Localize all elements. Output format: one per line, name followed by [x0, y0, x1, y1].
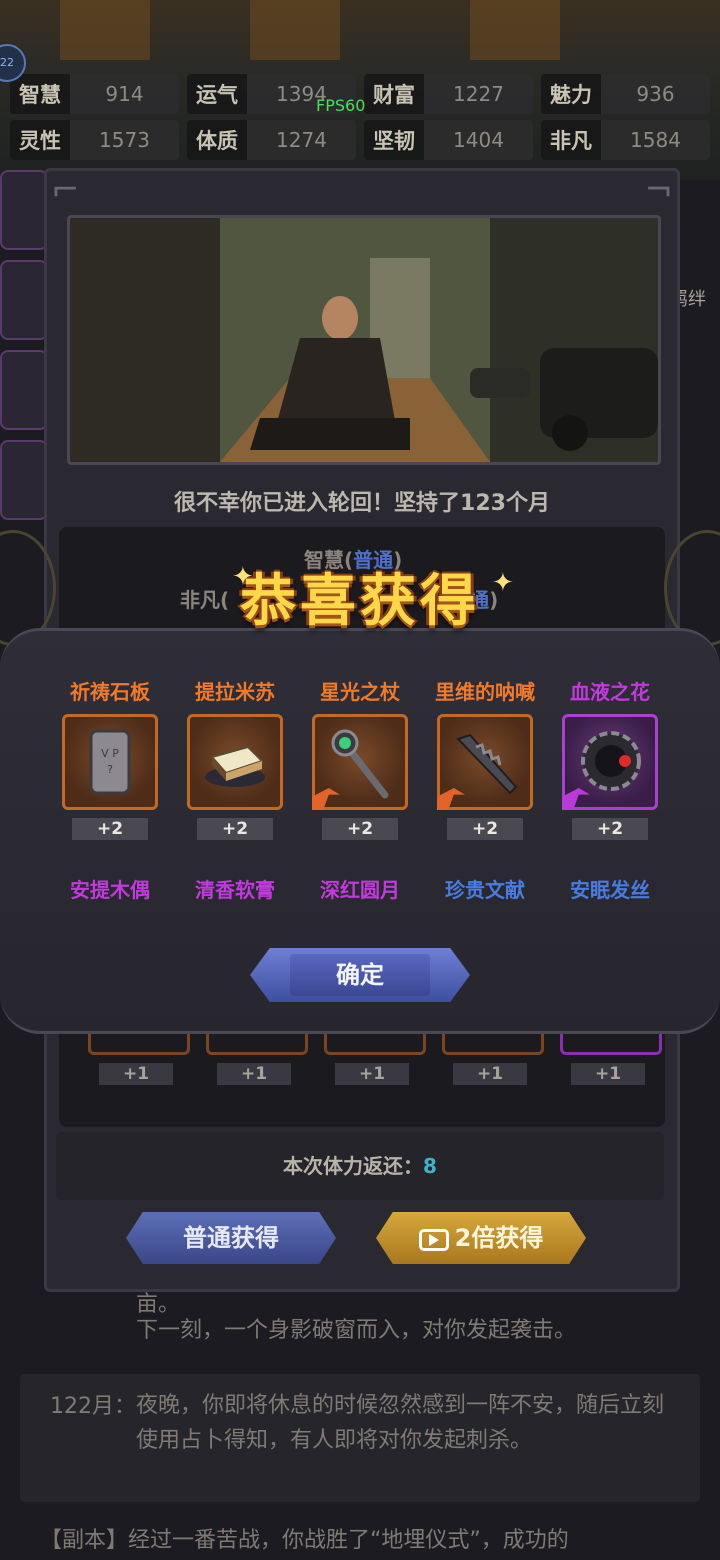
background-window	[60, 0, 150, 60]
reward-count: +2	[322, 818, 398, 840]
reward-count: +2	[572, 818, 648, 840]
reward-count: +1	[217, 1063, 291, 1085]
side-menu-button[interactable]	[0, 260, 48, 340]
reward-item-name: 祈祷石板	[70, 680, 150, 704]
reward-title: 恭喜获得	[240, 569, 480, 634]
stat-label: 坚韧	[373, 129, 415, 153]
reward-count: +1	[99, 1063, 173, 1085]
stat-value: 1573	[70, 120, 179, 160]
stone-tablet-icon: V P ?	[89, 729, 131, 795]
ornament-corner-icon: ¬	[644, 170, 674, 210]
stat-extraordinary: 非凡 1584	[541, 120, 710, 160]
background-window	[250, 0, 340, 60]
reward-item-name: 血液之花	[570, 680, 650, 704]
side-menu-button[interactable]	[0, 350, 48, 430]
stat-label: 运气	[196, 83, 238, 107]
stats-panel: 智慧 914 运气 1394 财富 1227 魅力 936 灵性 1573 体质 1274 …	[10, 74, 710, 160]
reward-count: +1	[571, 1063, 645, 1085]
reward-items-row: 祈祷石板 V P ? +2 提拉米苏 +2 星光之杖 +2 里维的呐喊 +2 血…	[54, 676, 666, 840]
reincarnation-illustration	[67, 215, 661, 465]
reward-item-name[interactable]: 珍贵文献	[429, 874, 541, 906]
previous-rewards-row: +1 +1 +1 +1 +1	[88, 1030, 662, 1085]
reward-item-frame	[562, 714, 658, 810]
reward-count: +2	[197, 818, 273, 840]
stat-spirit: 灵性 1573	[10, 120, 179, 160]
fps-counter: FPS60	[316, 96, 366, 115]
reward-item-name[interactable]: 清香软膏	[179, 874, 291, 906]
reward-count: +2	[72, 818, 148, 840]
log-text: 下一刻，一个身影破窗而入，对你发起袭击。	[136, 1318, 577, 1343]
reward-item[interactable]: 星光之杖 +2	[304, 676, 416, 840]
stat-tenacity: 坚韧 1404	[364, 120, 533, 160]
reward-item-name[interactable]: 深红圆月	[304, 874, 416, 906]
sparkle-icon: ✦	[232, 562, 254, 592]
side-menu	[0, 170, 48, 530]
stat-value: 936	[601, 74, 710, 114]
reward-count: +1	[335, 1063, 409, 1085]
reward-item-frame: V P ?	[62, 714, 158, 810]
reward-items-row-2: 安提木偶 清香软膏 深红圆月 珍贵文献 安眠发丝	[54, 874, 666, 906]
log-text: 【副本】经过一番苦战，你战胜了“地埋仪式”，成功的	[40, 1528, 569, 1553]
tiramisu-icon	[205, 745, 265, 787]
reward-slot: +1	[88, 1030, 190, 1085]
kneeling-man-street-image	[70, 218, 658, 462]
ornament-corner-icon: ⌐	[51, 170, 80, 210]
reward-slot: +1	[442, 1030, 544, 1085]
reward-item-name: 里维的呐喊	[435, 680, 535, 704]
result-message: 很不幸你已进入轮回！坚持了123个月	[174, 491, 550, 516]
stat-value: 1404	[424, 120, 533, 160]
reward-item[interactable]: 祈祷石板 V P ? +2	[54, 676, 166, 840]
reward-item-frame	[312, 714, 408, 810]
reward-count: +2	[447, 818, 523, 840]
side-menu-button[interactable]	[0, 170, 48, 250]
reward-item-name[interactable]: 安提木偶	[54, 874, 166, 906]
reward-item[interactable]: 里维的呐喊 +2	[429, 676, 541, 840]
stat-label: 非凡	[550, 129, 592, 153]
stat-constitution: 体质 1274	[187, 120, 356, 160]
stat-value: 1274	[247, 120, 356, 160]
reward-item-name[interactable]: 安眠发丝	[554, 874, 666, 906]
refund-value: 8	[423, 1154, 437, 1178]
video-icon	[418, 1229, 449, 1251]
reward-item-frame	[437, 714, 533, 810]
stat-label: 灵性	[19, 129, 61, 153]
stat-value: 914	[70, 74, 179, 114]
log-month: 122月：	[50, 1394, 136, 1419]
stat-wisdom: 智慧 914	[10, 74, 179, 114]
stat-label: 魅力	[550, 83, 592, 107]
stat-label: 体质	[196, 129, 238, 153]
reward-count: +1	[453, 1063, 527, 1085]
confirm-button[interactable]: 确定	[250, 948, 470, 1002]
stat-wealth: 财富 1227	[364, 74, 533, 114]
reward-item[interactable]: 提拉米苏 +2	[179, 676, 291, 840]
stat-label: 智慧	[19, 83, 61, 107]
reward-slot: +1	[206, 1030, 308, 1085]
refund-label: 本次体力返还：	[283, 1154, 424, 1178]
stat-label: 财富	[373, 83, 415, 107]
log-entry: 122月： 夜晚，你即将休息的时候忽然感到一阵不安，随后立刻使用占卜得知，有人即…	[20, 1374, 700, 1502]
reward-item-name: 提拉米苏	[195, 680, 275, 704]
reward-item-frame	[187, 714, 283, 810]
stat-value: 1584	[601, 120, 710, 160]
double-claim-button[interactable]: 2倍获得	[376, 1212, 586, 1264]
reward-item[interactable]: 血液之花 +2	[554, 676, 666, 840]
stamina-refund: 本次体力返还：8	[56, 1132, 664, 1200]
side-menu-button[interactable]	[0, 440, 48, 520]
svg-text:?: ?	[107, 763, 113, 776]
reward-slot: +1	[324, 1030, 426, 1085]
double-claim-label: 2倍获得	[454, 1224, 544, 1252]
normal-claim-button[interactable]: 普通获得	[126, 1212, 336, 1264]
sparkle-icon: ✦	[492, 568, 514, 598]
reward-slot: +1	[560, 1030, 662, 1085]
stat-value: 1227	[424, 74, 533, 114]
svg-text:V P: V P	[101, 747, 119, 760]
log-text: 夜晚，你即将休息的时候忽然感到一阵不安，随后立刻使用占卜得知，有人即将对你发起刺…	[136, 1393, 665, 1453]
reward-item-name: 星光之杖	[320, 680, 400, 704]
background-window	[470, 0, 560, 60]
stat-charm: 魅力 936	[541, 74, 710, 114]
confirm-label: 确定	[336, 961, 384, 989]
